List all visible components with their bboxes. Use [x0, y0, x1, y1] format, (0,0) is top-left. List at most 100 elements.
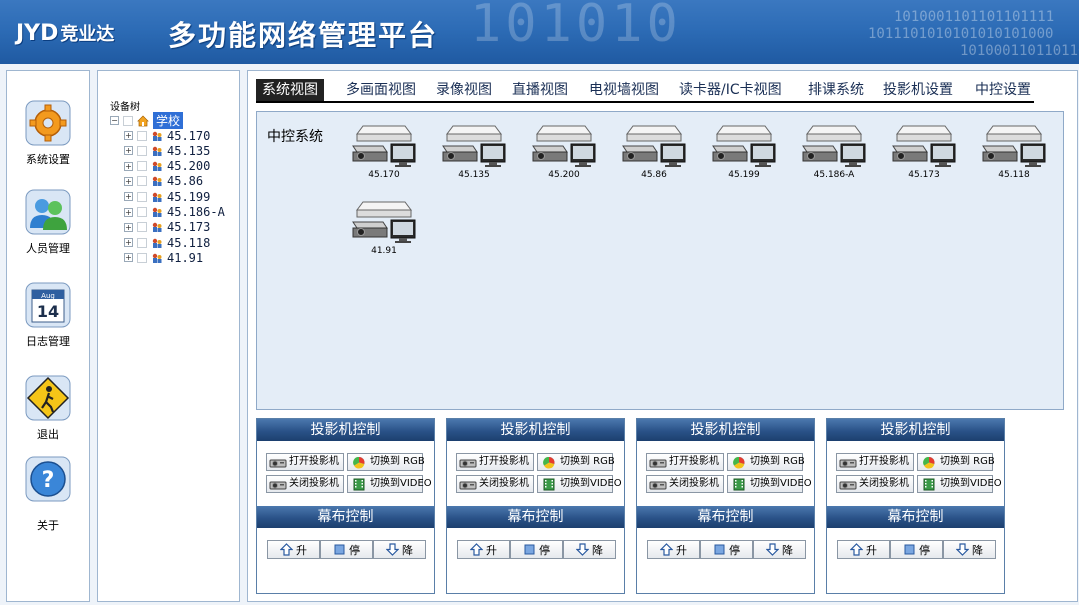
central-control-device-icon — [892, 125, 956, 167]
tree-expand-toggle[interactable]: + — [124, 192, 133, 202]
tab-4[interactable]: 电视墙视图 — [589, 79, 659, 101]
tree-checkbox[interactable] — [137, 237, 147, 248]
screen-down-button[interactable]: 降 — [943, 540, 996, 559]
tree-checkbox[interactable] — [137, 161, 147, 172]
device-group-icon — [152, 177, 162, 187]
tree-expand-toggle[interactable]: + — [124, 253, 133, 263]
tree-node-label[interactable]: 45.199 — [167, 190, 210, 204]
close-projector-button[interactable]: 关闭投影机 — [456, 475, 534, 493]
screen-down-button[interactable]: 降 — [373, 540, 426, 559]
tree-checkbox[interactable] — [137, 222, 147, 233]
screen-stop-button[interactable]: 停 — [510, 540, 563, 559]
open-projector-button[interactable]: 打开投影机 — [456, 453, 534, 471]
tree-node[interactable]: +45.199 — [124, 189, 210, 204]
tree-node-label[interactable]: 45.170 — [167, 129, 210, 143]
tree-expand-toggle[interactable]: + — [124, 238, 133, 248]
screen-up-button[interactable]: 升 — [837, 540, 890, 559]
tree-node-label[interactable]: 45.86 — [167, 174, 203, 188]
nav-item-exit[interactable]: 退出 — [7, 374, 89, 442]
screen-up-button[interactable]: 升 — [267, 540, 320, 559]
device-node[interactable]: 45.173 — [889, 122, 959, 182]
tree-checkbox[interactable] — [137, 252, 147, 263]
tree-node-label[interactable]: 45.173 — [167, 220, 210, 234]
tree-collapse-toggle[interactable]: − — [110, 116, 119, 125]
switch-video-button[interactable]: 切换到VIDEO — [347, 475, 432, 493]
tree-node[interactable]: +45.170 — [124, 128, 210, 143]
tree-expand-toggle[interactable]: + — [124, 131, 133, 140]
button-label: 打开投影机 — [669, 456, 719, 467]
device-group-icon — [152, 192, 162, 202]
switch-video-button[interactable]: 切换到VIDEO — [537, 475, 622, 493]
tab-7[interactable]: 投影机设置 — [883, 79, 953, 101]
tree-node[interactable]: +45.86 — [124, 174, 203, 189]
open-projector-button[interactable]: 打开投影机 — [836, 453, 914, 471]
device-node[interactable]: 45.186-A — [799, 122, 869, 182]
tree-checkbox[interactable] — [137, 145, 147, 156]
tree-node[interactable]: +41.91 — [124, 250, 203, 265]
tree-node-label[interactable]: 41.91 — [167, 251, 203, 265]
device-node[interactable]: 45.199 — [709, 122, 779, 182]
tree-node-label[interactable]: 45.200 — [167, 159, 210, 173]
screen-down-button[interactable]: 降 — [753, 540, 806, 559]
tree-expand-toggle[interactable]: + — [124, 176, 133, 186]
tree-root-label[interactable]: 学校 — [153, 112, 184, 129]
tab-3[interactable]: 直播视图 — [512, 79, 568, 101]
button-label: 切换到 RGB — [750, 456, 805, 467]
screen-down-button[interactable]: 降 — [563, 540, 616, 559]
open-projector-button[interactable]: 打开投影机 — [646, 453, 724, 471]
device-node[interactable]: 45.118 — [979, 122, 1049, 182]
button-label: 降 — [782, 543, 793, 557]
tree-node[interactable]: +45.173 — [124, 220, 210, 235]
tree-node[interactable]: +45.118 — [124, 235, 210, 250]
close-projector-button[interactable]: 关闭投影机 — [646, 475, 724, 493]
screen-stop-button[interactable]: 停 — [890, 540, 943, 559]
switch-rgb-button[interactable]: 切换到 RGB — [537, 453, 615, 471]
device-node[interactable]: 45.86 — [619, 122, 689, 182]
nav-item-system-settings[interactable]: 系统设置 — [7, 99, 89, 167]
switch-video-button[interactable]: 切换到VIDEO — [727, 475, 812, 493]
tree-node[interactable]: +45.135 — [124, 143, 210, 158]
tree-node-label[interactable]: 45.186-A — [167, 205, 225, 219]
tree-checkbox[interactable] — [123, 115, 133, 126]
nav-item-log-management[interactable]: Aug 14 日志管理 — [7, 281, 89, 349]
tree-node[interactable]: +45.200 — [124, 159, 210, 174]
screen-stop-button[interactable]: 停 — [700, 540, 753, 559]
tab-8[interactable]: 中控设置 — [975, 79, 1031, 101]
projector-control-title: 投影机控制 — [827, 419, 1004, 441]
tree-checkbox[interactable] — [137, 130, 147, 141]
tree-node-label[interactable]: 45.118 — [167, 236, 210, 250]
button-label: 切换到 RGB — [560, 456, 615, 467]
tree-expand-toggle[interactable]: + — [124, 146, 133, 156]
switch-rgb-button[interactable]: 切换到 RGB — [347, 453, 425, 471]
tree-expand-toggle[interactable]: + — [124, 222, 133, 232]
switch-rgb-button[interactable]: 切换到 RGB — [917, 453, 995, 471]
device-node[interactable]: 41.91 — [349, 198, 419, 258]
tree-node-label[interactable]: 45.135 — [167, 144, 210, 158]
nav-item-about[interactable]: ? 关于 — [7, 455, 89, 533]
device-node[interactable]: 45.170 — [349, 122, 419, 182]
switch-video-button[interactable]: 切换到VIDEO — [917, 475, 1002, 493]
tree-expand-toggle[interactable]: + — [124, 207, 133, 217]
tree-checkbox[interactable] — [137, 207, 147, 217]
tab-2[interactable]: 录像视图 — [436, 79, 492, 101]
screen-up-button[interactable]: 升 — [647, 540, 700, 559]
tab-6[interactable]: 排课系统 — [808, 79, 864, 101]
screen-up-button[interactable]: 升 — [457, 540, 510, 559]
close-projector-button[interactable]: 关闭投影机 — [836, 475, 914, 493]
open-projector-button[interactable]: 打开投影机 — [266, 453, 344, 471]
tree-node[interactable]: +45.186-A — [124, 205, 225, 220]
tree-root[interactable]: − 学校 — [110, 112, 184, 129]
tree-checkbox[interactable] — [137, 176, 147, 187]
tab-1[interactable]: 多画面视图 — [346, 79, 416, 101]
projector-icon — [269, 481, 287, 489]
close-projector-button[interactable]: 关闭投影机 — [266, 475, 344, 493]
tree-expand-toggle[interactable]: + — [124, 161, 133, 171]
tab-5[interactable]: 读卡器/IC卡视图 — [679, 79, 782, 101]
device-node[interactable]: 45.135 — [439, 122, 509, 182]
tree-checkbox[interactable] — [137, 191, 147, 202]
switch-rgb-button[interactable]: 切换到 RGB — [727, 453, 805, 471]
device-node[interactable]: 45.200 — [529, 122, 599, 182]
nav-item-user-management[interactable]: 人员管理 — [7, 188, 89, 256]
tab-0[interactable]: 系统视图 — [256, 79, 324, 101]
screen-stop-button[interactable]: 停 — [320, 540, 373, 559]
